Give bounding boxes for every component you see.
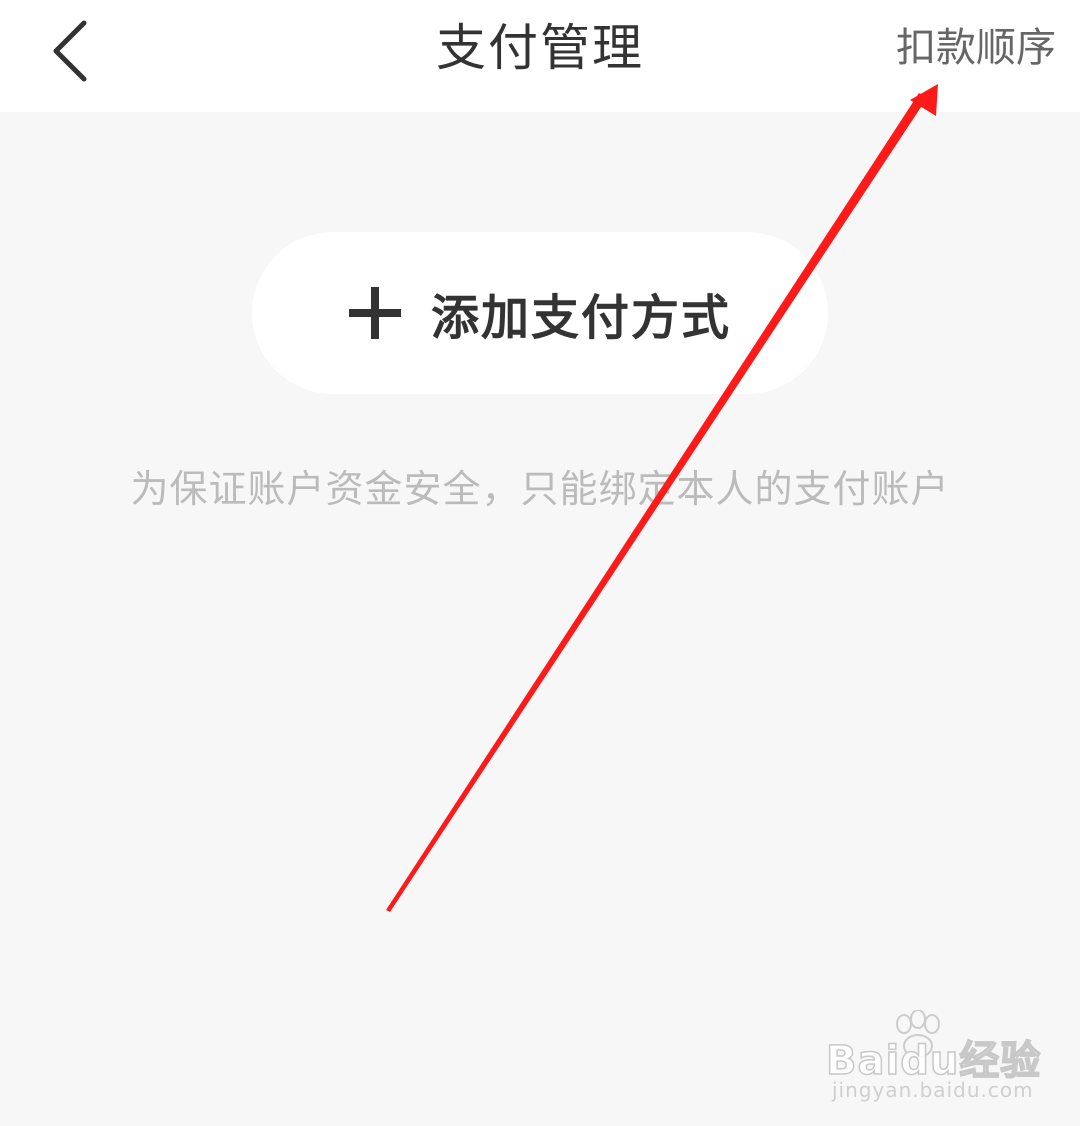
add-payment-method-button[interactable]: 添加支付方式 xyxy=(252,232,828,394)
watermark-logo: Baidu经验 xyxy=(825,1037,1042,1085)
paw-icon xyxy=(896,1010,940,1058)
payment-order-button[interactable]: 扣款顺序 xyxy=(896,0,1056,96)
baidu-jingyan-watermark: Baidu经验 jingyan.baidu.com xyxy=(825,1010,1046,1110)
annotation-arrow xyxy=(386,84,938,912)
back-button[interactable] xyxy=(30,6,110,96)
chevron-left-icon xyxy=(53,20,87,82)
plus-icon xyxy=(348,287,401,339)
security-hint: 为保证账户资金安全，只能绑定本人的支付账户 xyxy=(130,467,950,511)
add-payment-method-label: 添加支付方式 xyxy=(430,290,731,346)
watermark-url: jingyan.baidu.com xyxy=(832,1078,1034,1102)
navigation-bar: 支付管理 扣款顺序 xyxy=(0,0,1080,112)
